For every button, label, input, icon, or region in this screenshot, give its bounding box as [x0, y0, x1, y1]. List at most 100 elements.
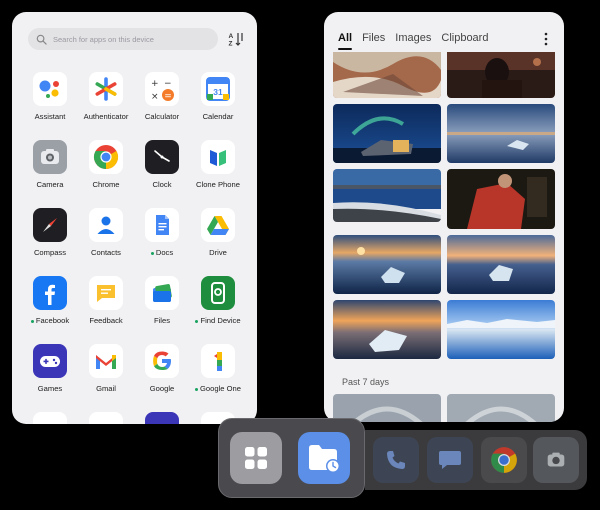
app-label: Feedback: [89, 316, 123, 325]
svg-text:+: +: [151, 79, 159, 89]
image-thumbnail[interactable]: [447, 394, 555, 422]
image-thumbnail[interactable]: [447, 235, 555, 294]
app-drive[interactable]: Drive: [190, 208, 246, 257]
app-partial[interactable]: [78, 412, 134, 424]
chrome-icon: [491, 447, 517, 473]
app-drawer-button[interactable]: [230, 432, 282, 484]
app-find-device[interactable]: Find Device: [190, 276, 246, 325]
alphabet-letter[interactable]: G: [256, 167, 257, 178]
app-docs[interactable]: Docs: [134, 208, 190, 257]
app-camera[interactable]: Camera: [22, 140, 78, 189]
app-gmail[interactable]: Gmail: [78, 344, 134, 393]
tab-images[interactable]: Images: [395, 32, 431, 44]
image-thumbnail[interactable]: [333, 169, 441, 222]
search-icon: [36, 34, 47, 45]
files-icon: [145, 276, 179, 310]
app-google[interactable]: Google: [134, 344, 190, 393]
app-files[interactable]: Files: [134, 276, 190, 325]
svg-text:×: ×: [151, 92, 159, 102]
alphabet-letter[interactable]: #: [256, 385, 257, 396]
app-calculator[interactable]: + − × = Calculator: [134, 72, 190, 121]
chrome-icon: [89, 140, 123, 174]
alphabet-letter[interactable]: E: [256, 146, 257, 157]
image-thumbnail[interactable]: [447, 104, 555, 163]
app-label: Contacts: [91, 248, 121, 257]
clone-phone-icon: [201, 140, 235, 174]
tab-all[interactable]: All: [338, 32, 352, 44]
alphabet-letter[interactable]: X: [256, 352, 257, 363]
alphabet-letter[interactable]: R: [256, 287, 257, 298]
app-label: Authenticator: [83, 112, 129, 121]
app-feedback[interactable]: Feedback: [78, 276, 134, 325]
svg-text:=: =: [164, 91, 172, 101]
app-label: Compass: [33, 248, 67, 257]
app-compass[interactable]: Compass: [22, 208, 78, 257]
app-google-one[interactable]: Google One: [190, 344, 246, 393]
app-authenticator[interactable]: Authenticator: [78, 72, 134, 121]
app-grid-icon: [245, 447, 267, 469]
app-label: Facebook: [22, 316, 78, 325]
messages-app-button[interactable]: [427, 437, 473, 483]
alphabet-letter[interactable]: L: [256, 222, 257, 233]
alphabet-letter[interactable]: Y: [256, 363, 257, 374]
active-tab-indicator: [338, 48, 352, 50]
phone-app-button[interactable]: [373, 437, 419, 483]
alphabet-letter[interactable]: T: [256, 309, 257, 320]
app-contacts[interactable]: Contacts: [78, 208, 134, 257]
image-thumbnail[interactable]: [333, 104, 441, 163]
app-calendar[interactable]: 31 Calendar: [190, 72, 246, 121]
calculator-icon: + − × =: [145, 72, 179, 106]
more-options-icon[interactable]: [542, 32, 550, 46]
alphabet-index[interactable]: ABCDEFGHIJKLMNOPQRSTUVWXYZ#: [256, 102, 257, 396]
app-label: Google One: [190, 384, 246, 393]
chrome-app-button[interactable]: [481, 437, 527, 483]
alphabet-letter[interactable]: J: [256, 200, 257, 211]
alphabet-letter[interactable]: Z: [256, 374, 257, 385]
alphabet-letter[interactable]: O: [256, 254, 257, 265]
image-thumbnail[interactable]: [333, 52, 441, 98]
app-partial[interactable]: [134, 412, 190, 424]
alphabet-letter[interactable]: U: [256, 320, 257, 331]
alphabet-letter[interactable]: B: [256, 113, 257, 124]
file-manager-button[interactable]: [298, 432, 350, 484]
alphabet-letter[interactable]: P: [256, 265, 257, 276]
alphabet-letter[interactable]: V: [256, 331, 257, 342]
app-facebook[interactable]: Facebook: [22, 276, 78, 325]
app-clone-phone[interactable]: Clone Phone: [190, 140, 246, 189]
image-thumbnail[interactable]: [447, 52, 555, 98]
app-partial[interactable]: [22, 412, 78, 424]
app-search-bar[interactable]: [28, 28, 218, 50]
calendar-icon: 31: [201, 72, 235, 106]
app-label: Clone Phone: [196, 180, 240, 189]
app-chrome[interactable]: Chrome: [78, 140, 134, 189]
find-device-icon: [201, 276, 235, 310]
image-thumbnail[interactable]: [333, 235, 441, 294]
tab-files[interactable]: Files: [362, 32, 385, 44]
files-panel: All Files Images Clipboard Past 7 days: [324, 12, 564, 422]
app-assistant[interactable]: Assistant: [22, 72, 78, 121]
image-thumbnail[interactable]: [447, 169, 555, 229]
alphabet-letter[interactable]: H: [256, 178, 257, 189]
camera-app-button[interactable]: [533, 437, 579, 483]
image-thumbnail[interactable]: [333, 300, 441, 359]
image-thumbnail[interactable]: [447, 300, 555, 359]
app-clock[interactable]: Clock: [134, 140, 190, 189]
contacts-icon: [89, 208, 123, 242]
alphabet-letter[interactable]: D: [256, 135, 257, 146]
tab-clipboard[interactable]: Clipboard: [441, 32, 488, 44]
app-label: Drive: [209, 248, 227, 257]
alphabet-letter[interactable]: M: [256, 233, 257, 244]
alphabet-letter[interactable]: N: [256, 244, 257, 255]
sort-az-icon[interactable]: A Z: [228, 31, 244, 47]
alphabet-letter[interactable]: K: [256, 211, 257, 222]
app-games[interactable]: Games: [22, 344, 78, 393]
alphabet-letter[interactable]: Q: [256, 276, 257, 287]
games-icon: [33, 344, 67, 378]
alphabet-letter[interactable]: I: [256, 189, 257, 200]
search-input[interactable]: [53, 34, 213, 44]
alphabet-letter[interactable]: W: [256, 342, 257, 353]
alphabet-letter[interactable]: C: [256, 124, 257, 135]
alphabet-letter[interactable]: A: [256, 102, 257, 113]
alphabet-letter[interactable]: S: [256, 298, 257, 309]
alphabet-letter[interactable]: F: [256, 156, 257, 167]
